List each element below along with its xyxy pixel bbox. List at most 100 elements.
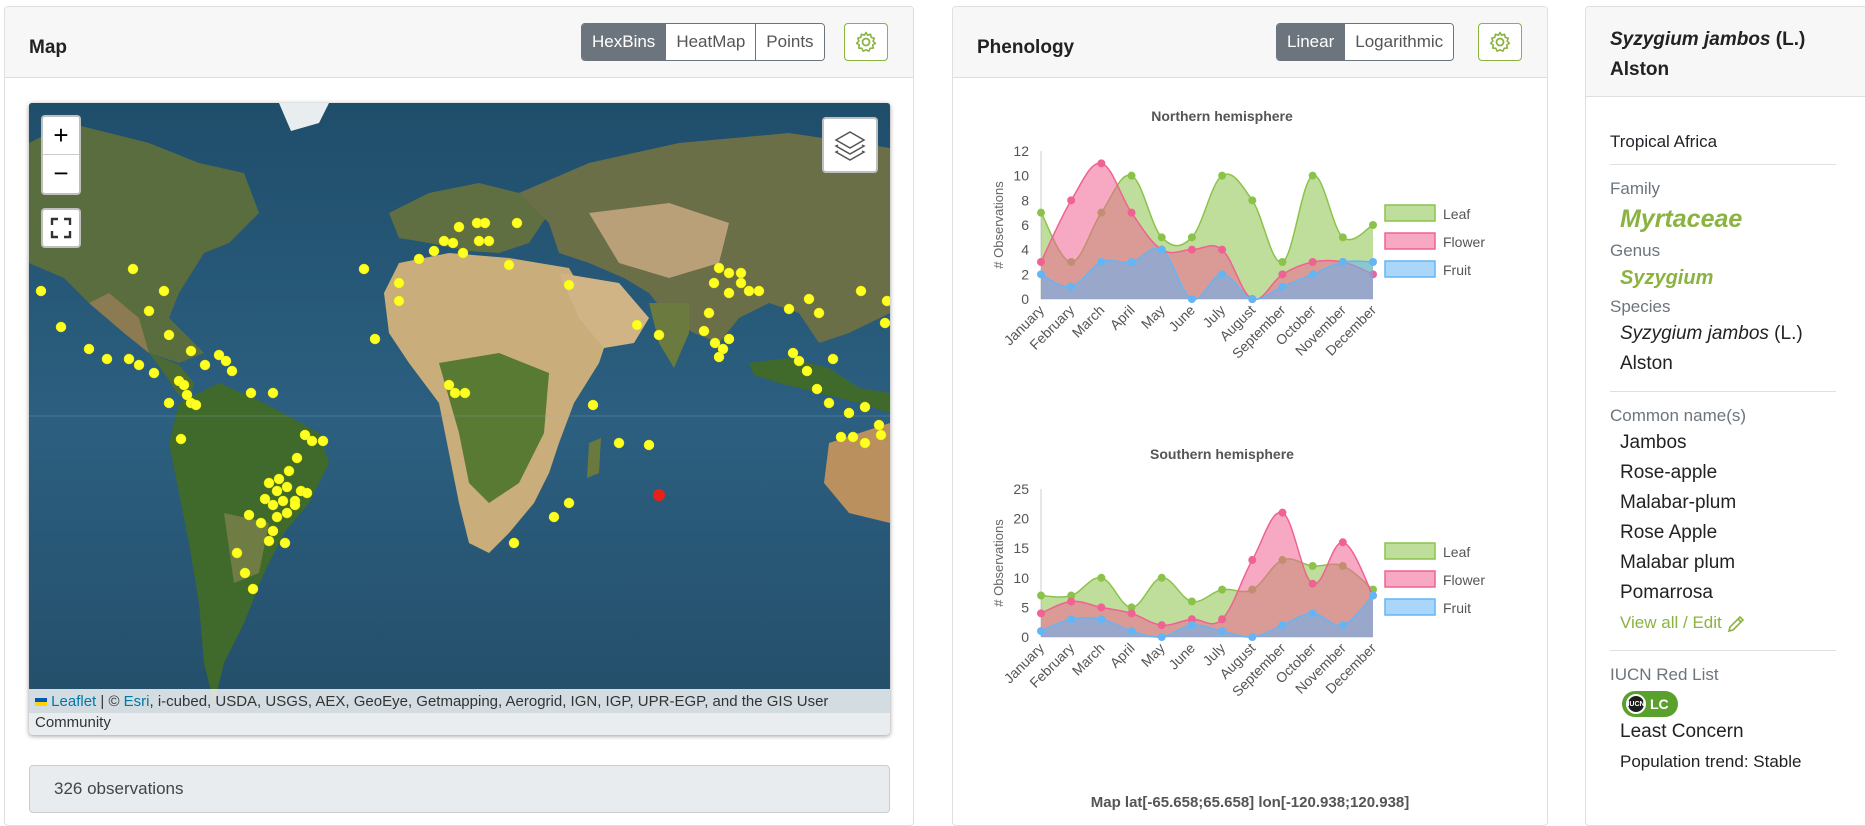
- y-tick-label: 10: [1013, 570, 1029, 586]
- taxon-name: Syzygium jambos (L.) Alston: [1610, 25, 1805, 85]
- data-point: [1218, 245, 1227, 254]
- x-tick-label: April: [1107, 640, 1138, 671]
- common-name: Malabar plum: [1620, 552, 1736, 573]
- data-point: [1067, 282, 1076, 291]
- x-tick-label: March: [1069, 640, 1108, 679]
- family-link[interactable]: Myrtaceae: [1610, 201, 1836, 237]
- phenology-settings-button[interactable]: [1478, 23, 1522, 61]
- phenology-card-title: Phenology: [977, 37, 1075, 58]
- data-point: [1097, 573, 1106, 582]
- data-point: [1218, 627, 1227, 636]
- heatmap-button[interactable]: HeatMap: [666, 24, 757, 60]
- y-tick-label: 12: [1013, 143, 1029, 159]
- data-point: [1308, 579, 1317, 588]
- data-point: [1308, 258, 1317, 266]
- legend-swatch: [1384, 204, 1436, 222]
- common-names-section: Common name(s) Jambos Rose-apple Malabar…: [1610, 392, 1836, 651]
- data-point: [1338, 258, 1347, 266]
- zoom-control: + −: [41, 115, 81, 195]
- common-name: Rose Apple: [1620, 522, 1718, 543]
- legend-label: Flower: [1443, 234, 1485, 250]
- data-point: [1097, 615, 1106, 624]
- family-label: Family: [1610, 179, 1661, 198]
- y-tick-label: 5: [1021, 599, 1029, 615]
- points-button[interactable]: Points: [756, 24, 824, 60]
- data-point: [1037, 627, 1045, 636]
- ukraine-flag-icon: [35, 698, 47, 707]
- data-point: [1157, 245, 1166, 254]
- map-bounds-note: Map lat[-65.658;65.658] lon[-120.938;120…: [1090, 794, 1410, 811]
- species-author-1: (L.): [1768, 323, 1803, 344]
- x-tick-label: June: [1165, 302, 1198, 335]
- species-name: Syzygium jambos (L.) Alston: [1610, 319, 1836, 379]
- data-point: [1308, 609, 1317, 618]
- data-point: [1248, 556, 1257, 565]
- data-point: [1037, 591, 1045, 600]
- data-point: [1037, 270, 1045, 279]
- species-author-2: Alston: [1620, 353, 1673, 374]
- data-point: [1278, 508, 1287, 517]
- map-settings-button[interactable]: [844, 23, 888, 61]
- data-point: [1278, 258, 1287, 266]
- y-axis-label: # Observations: [991, 519, 1006, 607]
- data-point: [1127, 171, 1136, 180]
- fullscreen-icon: [50, 217, 72, 239]
- data-point: [1037, 609, 1045, 618]
- region-text: Tropical Africa: [1610, 132, 1718, 151]
- common-names-label: Common name(s): [1610, 406, 1747, 425]
- view-all-edit-link[interactable]: View all / Edit: [1610, 608, 1836, 638]
- map-attribution: Leaflet | © Esri, i-cubed, USDA, USGS, A…: [29, 689, 890, 735]
- view-all-edit-label: View all / Edit: [1620, 613, 1722, 632]
- common-name: Malabar-plum: [1620, 492, 1737, 513]
- logarithmic-button[interactable]: Logarithmic: [1345, 24, 1454, 60]
- zoom-in-button[interactable]: +: [43, 117, 79, 155]
- data-point: [1369, 591, 1377, 600]
- x-tick-label: March: [1069, 302, 1108, 341]
- data-point: [1037, 208, 1045, 217]
- legend-label: Leaf: [1443, 206, 1470, 222]
- data-point: [1067, 615, 1076, 624]
- southern-hemisphere-chart: Southern hemisphere # Observations 0 5 10 15 2…: [991, 446, 1485, 700]
- leaflet-link[interactable]: Leaflet: [51, 693, 96, 710]
- data-point: [1248, 295, 1257, 303]
- fullscreen-button[interactable]: [41, 208, 81, 248]
- genus-label: Genus: [1610, 241, 1661, 260]
- map-card-title: Map: [29, 37, 67, 58]
- zoom-out-button[interactable]: −: [43, 155, 79, 193]
- data-point: [1187, 621, 1196, 630]
- data-point: [1067, 196, 1076, 205]
- attribution-sep: | ©: [96, 693, 124, 710]
- world-map[interactable]: + − Leaflet | © Esri, i-cubed, USDA, USG…: [29, 103, 890, 735]
- genus-link[interactable]: Syzygium: [1610, 263, 1836, 293]
- y-tick-label: 25: [1013, 481, 1029, 497]
- x-tick-label: May: [1138, 302, 1168, 332]
- data-point: [1338, 233, 1347, 242]
- hexbins-button[interactable]: HexBins: [582, 24, 667, 60]
- legend-swatch: [1384, 260, 1436, 278]
- y-tick-label: 20: [1013, 511, 1029, 527]
- layers-button[interactable]: [822, 117, 878, 173]
- legend-label: Fruit: [1443, 262, 1471, 278]
- data-point: [1157, 621, 1166, 630]
- legend-swatch: [1384, 570, 1436, 588]
- esri-link[interactable]: Esri: [124, 693, 150, 710]
- iucn-status-badge: IUCN LC: [1622, 691, 1678, 717]
- data-point: [1248, 196, 1257, 205]
- data-point: [1278, 621, 1287, 630]
- attribution-text: , i-cubed, USDA, USGS, AEX, GeoEye, Getm…: [35, 693, 829, 731]
- data-point: [1338, 621, 1347, 630]
- linear-button[interactable]: Linear: [1277, 24, 1346, 60]
- chart-title: Northern hemisphere: [1151, 108, 1293, 124]
- data-point: [1097, 258, 1106, 266]
- data-point: [1067, 597, 1076, 606]
- y-tick-label: 10: [1013, 168, 1029, 184]
- x-tick-label: April: [1107, 302, 1138, 333]
- data-point: [1218, 615, 1227, 624]
- map-tiles: [29, 103, 890, 735]
- gear-icon: [855, 31, 877, 52]
- taxon-details: Tropical Africa Family Myrtaceae Genus S…: [1610, 102, 1836, 789]
- taxon-author-2: Alston: [1610, 59, 1670, 80]
- data-point: [1187, 233, 1196, 242]
- data-point: [1157, 633, 1166, 641]
- x-tick-label: May: [1138, 640, 1168, 670]
